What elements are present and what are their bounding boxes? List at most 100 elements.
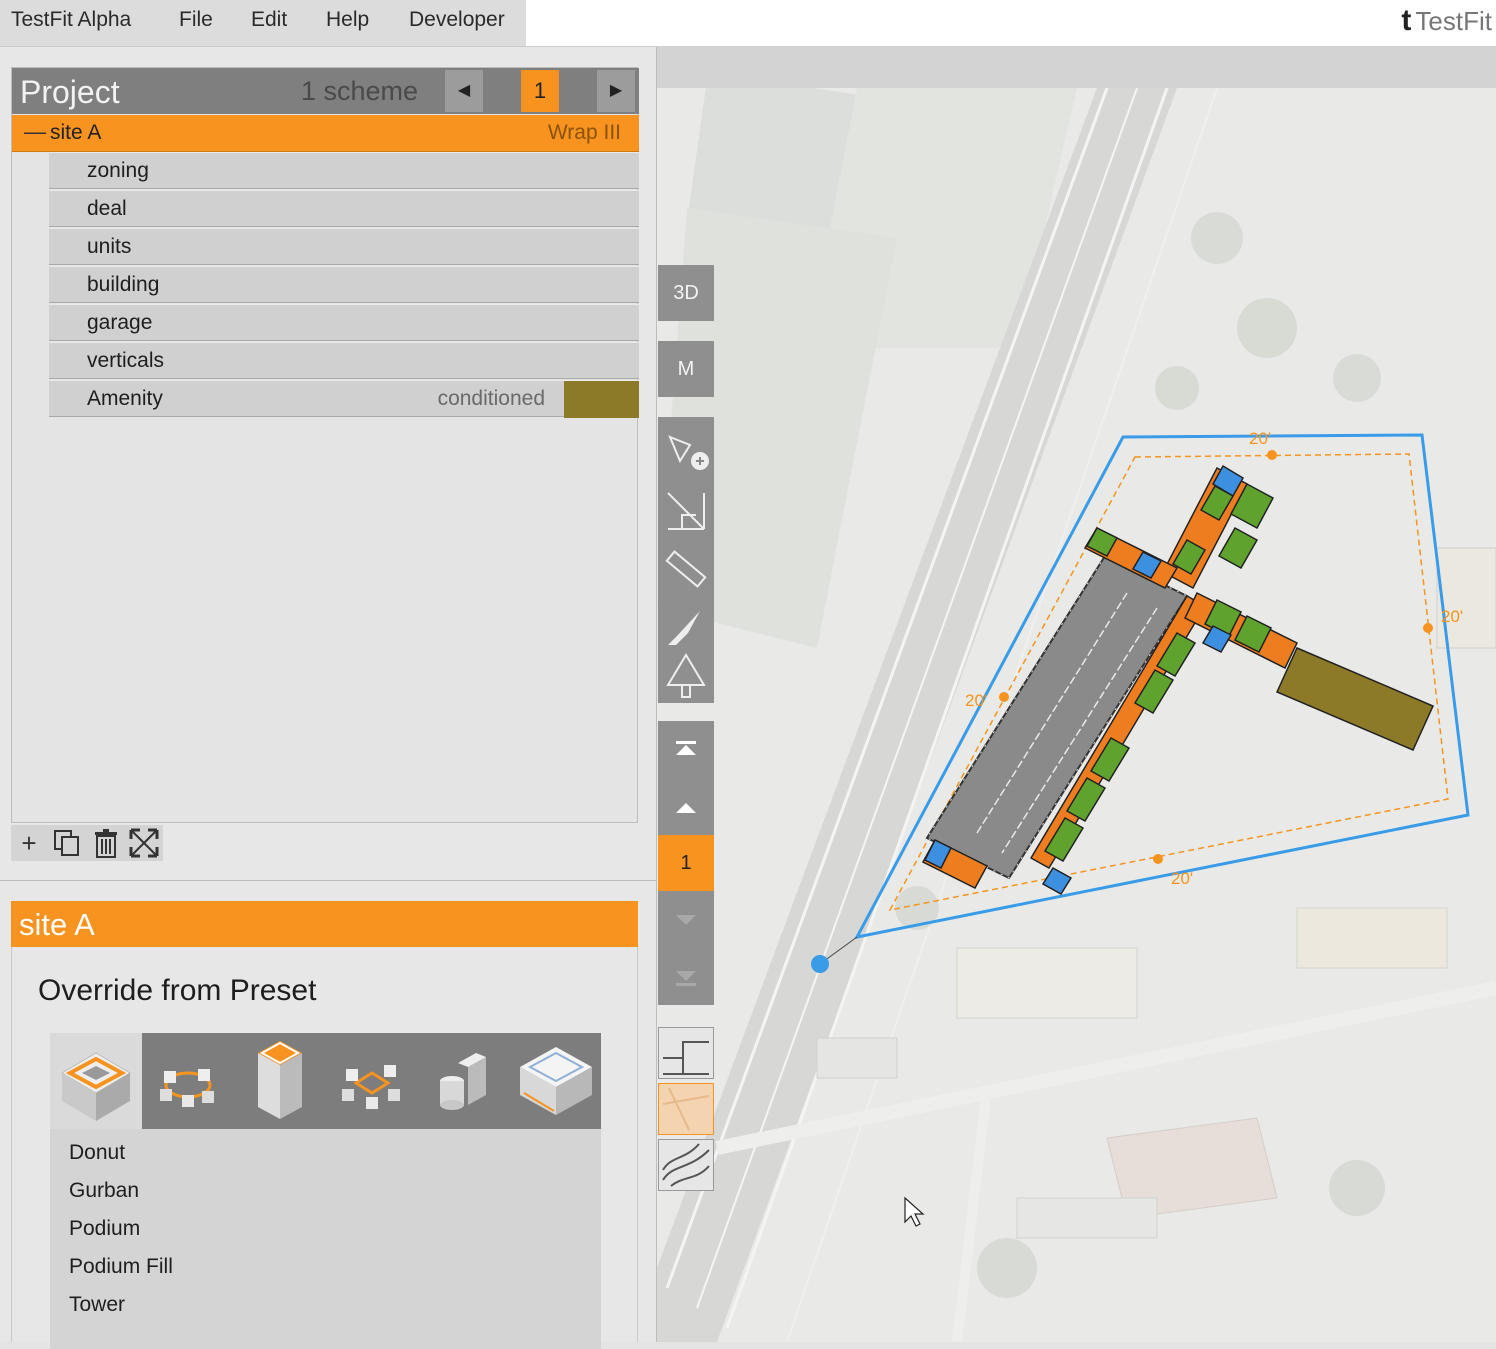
site-panel-body: Override from Preset Donut Gurban Podium… — [11, 947, 638, 1349]
view-m-button[interactable]: M — [658, 341, 714, 397]
project-title: Project — [20, 74, 120, 110]
tree-item-building[interactable]: building — [49, 266, 639, 303]
amenity-color-swatch[interactable] — [564, 381, 639, 418]
setback-tool-icon[interactable] — [658, 483, 714, 539]
gurban-building-icon — [160, 1069, 214, 1107]
site-panel-title: site A — [19, 907, 95, 942]
collapse-icon[interactable]: — — [24, 119, 46, 145]
tree-item-label: units — [87, 235, 132, 258]
arrow-up-icon — [676, 803, 696, 813]
floorplan-icon — [663, 1041, 709, 1075]
preset-gurban-button[interactable] — [142, 1033, 234, 1129]
preset-item-podium[interactable]: Podium — [69, 1217, 140, 1241]
map-pane: 20' 20' 20' 20' 3D M 1 — [657, 47, 1496, 1342]
menu-bar: TestFit Alpha File Edit Help Developer — [0, 0, 526, 47]
tower-building-icon — [440, 1053, 486, 1110]
site-panel-header: site A — [11, 901, 638, 947]
add-icon[interactable]: + — [14, 828, 44, 858]
tree-item-label: Amenity — [87, 387, 163, 410]
level-top-button[interactable] — [658, 721, 714, 779]
scheme-number[interactable]: 1 — [521, 70, 559, 112]
project-header: Project 1 scheme ◀ 1 ▶ — [12, 68, 639, 114]
aerial-layer-button[interactable] — [658, 1083, 714, 1135]
level-bottom-button[interactable] — [658, 947, 714, 1005]
menu-developer[interactable]: Developer — [409, 8, 505, 32]
menu-app[interactable]: TestFit Alpha — [11, 8, 131, 32]
tree-item-verticals[interactable]: verticals — [49, 342, 639, 379]
knife-icon[interactable] — [658, 599, 714, 655]
project-toolbar: + — [11, 825, 163, 861]
title-bar: t TestFit — [526, 0, 1496, 47]
site-type: Wrap III — [547, 121, 621, 144]
svg-text:20': 20' — [965, 691, 987, 710]
svg-text:20': 20' — [1171, 869, 1193, 888]
caret-left-icon: ◀ — [457, 82, 471, 99]
trash-icon[interactable] — [91, 828, 121, 858]
preset-item-gurban[interactable]: Gurban — [69, 1179, 139, 1203]
tree-item-amenity[interactable]: Amenity conditioned — [49, 380, 639, 418]
map-top-strip — [657, 47, 1496, 88]
duplicate-icon[interactable] — [52, 828, 82, 858]
tree-item-deal[interactable]: deal — [49, 190, 639, 227]
preset-list: Donut Gurban Podium Podium Fill Tower — [50, 1129, 601, 1349]
menu-file[interactable]: File — [179, 8, 213, 32]
tree-item-label: building — [87, 273, 160, 296]
menu-edit[interactable]: Edit — [251, 8, 287, 32]
block-building-icon — [520, 1047, 592, 1115]
preset-item-podium-fill[interactable]: Podium Fill — [69, 1255, 173, 1279]
override-title: Override from Preset — [38, 974, 317, 1007]
caret-right-icon: ▶ — [609, 82, 623, 99]
next-scheme-button[interactable]: ▶ — [597, 70, 635, 112]
topo-layer-button[interactable] — [658, 1139, 714, 1191]
add-site-point-icon[interactable] — [658, 425, 714, 481]
logo-mark-icon: t — [1401, 4, 1412, 37]
tree-item-zoning[interactable]: zoning — [49, 152, 639, 189]
project-panel: Project 1 scheme ◀ 1 ▶ — site A Wrap III… — [11, 67, 639, 823]
podium-fill-building-icon — [342, 1065, 400, 1109]
site-row[interactable]: — site A Wrap III — [12, 115, 639, 152]
site-anchor-handle — [811, 955, 829, 973]
expand-icon[interactable] — [129, 828, 159, 858]
topography-icon — [662, 1143, 710, 1187]
tree-item-label: deal — [87, 197, 127, 220]
donut-building-icon — [61, 1052, 131, 1121]
tree-item-garage[interactable]: garage — [49, 304, 639, 341]
arrow-bottom-icon — [676, 971, 696, 986]
menu-help[interactable]: Help — [326, 8, 369, 32]
podium-building-icon — [258, 1041, 302, 1119]
svg-text:20': 20' — [1441, 607, 1463, 626]
panel-divider — [0, 880, 657, 881]
logo-text: TestFit — [1415, 5, 1492, 36]
preset-podium-fill-button[interactable] — [326, 1033, 418, 1129]
tree-item-label: verticals — [87, 349, 165, 372]
ruler-icon[interactable] — [658, 541, 714, 597]
site-name: site A — [50, 121, 102, 144]
tree-item-label: garage — [87, 311, 153, 334]
preset-icon-strip — [50, 1033, 601, 1129]
prev-scheme-button[interactable]: ◀ — [445, 70, 483, 112]
preset-mixed-button[interactable] — [510, 1033, 602, 1129]
site-map-canvas[interactable]: 20' 20' 20' 20' — [657, 88, 1496, 1342]
current-level[interactable]: 1 — [658, 835, 714, 891]
aerial-map: 20' 20' 20' 20' — [657, 88, 1496, 1342]
level-up-button[interactable] — [658, 779, 714, 835]
tree-icon[interactable] — [658, 649, 714, 705]
preset-tower-button[interactable] — [418, 1033, 510, 1129]
arrow-top-icon — [676, 741, 696, 755]
satellite-icon — [662, 1087, 710, 1131]
preset-item-tower[interactable]: Tower — [69, 1293, 125, 1317]
view-3d-button[interactable]: 3D — [658, 265, 714, 321]
scheme-count: 1 scheme — [301, 76, 419, 106]
preset-podium-button[interactable] — [234, 1033, 326, 1129]
svg-text:20': 20' — [1249, 429, 1271, 448]
tree-item-units[interactable]: units — [49, 228, 639, 265]
floorplan-layer-button[interactable] — [658, 1027, 714, 1079]
amenity-condition: conditioned — [437, 387, 545, 410]
level-down-button[interactable] — [658, 891, 714, 947]
left-sidebar: Project 1 scheme ◀ 1 ▶ — site A Wrap III… — [0, 47, 657, 1349]
arrow-down-icon — [676, 915, 696, 925]
tree-item-label: zoning — [87, 159, 149, 182]
app-logo: t TestFit — [1401, 4, 1492, 38]
preset-item-donut[interactable]: Donut — [69, 1141, 125, 1165]
preset-donut-button[interactable] — [50, 1033, 142, 1129]
